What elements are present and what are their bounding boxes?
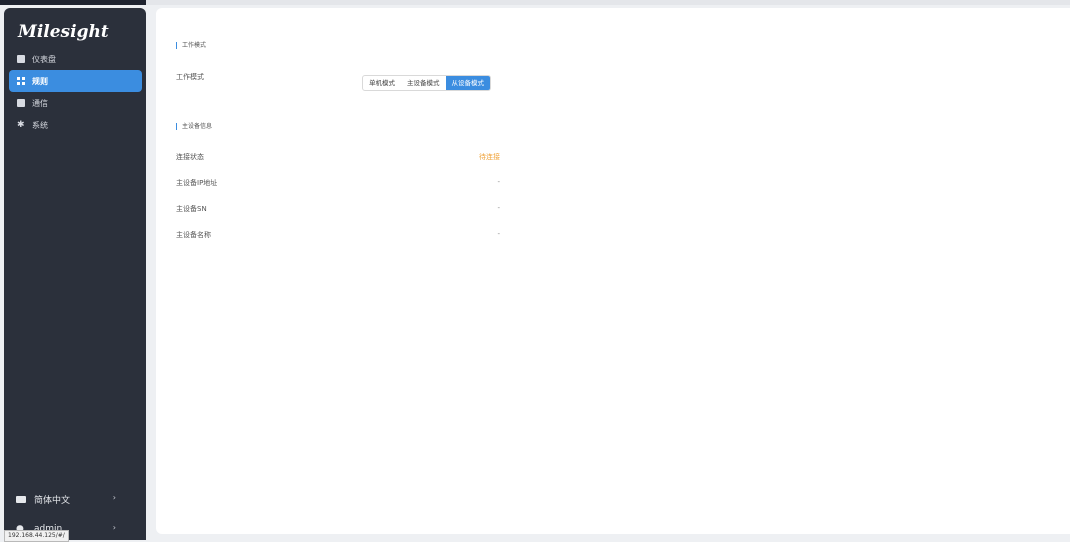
dashboard-icon	[17, 55, 25, 63]
mode-option-master[interactable]: 主设备模式	[401, 76, 446, 90]
work-mode-label: 工作模式	[176, 73, 204, 81]
work-mode-segmented-control: 单机模式 主设备模式 从设备模式	[362, 75, 491, 91]
sidebar-item-rules[interactable]: 规则	[9, 70, 142, 92]
master-name-label: 主设备名称	[176, 231, 211, 239]
sidebar-item-system[interactable]: ✱ 系统	[9, 114, 142, 136]
gear-icon: ✱	[17, 120, 25, 130]
master-name-value: -	[497, 230, 500, 238]
connection-status-label: 连接状态	[176, 153, 204, 161]
top-strip	[0, 0, 1070, 5]
sidebar-item-label: 系统	[32, 120, 48, 130]
language-icon	[16, 495, 26, 503]
mode-option-slave[interactable]: 从设备模式	[445, 76, 490, 90]
master-ip-value: -	[497, 178, 500, 186]
language-selector[interactable]: 简体中文 ›	[16, 490, 116, 508]
sidebar-item-label: 通信	[32, 98, 48, 108]
master-sn-label: 主设备SN	[176, 205, 207, 213]
master-ip-label: 主设备IP地址	[176, 179, 218, 187]
status-url-tooltip: 192.168.44.125/#/	[4, 530, 69, 542]
sidebar: Milesight 仪表盘 规则 通信 ✱ 系统 简体中文 › ● admin …	[4, 8, 146, 540]
language-label: 简体中文	[34, 495, 71, 506]
rules-grid-icon	[17, 77, 25, 85]
section-title-work-mode: 工作模式	[176, 42, 206, 49]
chevron-right-icon: ›	[112, 493, 116, 502]
chevron-right-icon: ›	[112, 523, 116, 532]
sidebar-item-dashboard[interactable]: 仪表盘	[9, 48, 142, 70]
sidebar-item-communication[interactable]: 通信	[9, 92, 142, 114]
sidebar-nav: 仪表盘 规则 通信 ✱ 系统	[9, 48, 142, 136]
brand-logo: Milesight	[18, 22, 109, 42]
connection-status-value: 待连接	[479, 153, 500, 161]
sidebar-item-label: 仪表盘	[32, 54, 56, 64]
communication-icon	[17, 99, 25, 107]
master-sn-value: -	[497, 204, 500, 212]
main-panel: 工作模式 工作模式 单机模式 主设备模式 从设备模式 主设备信息 连接状态 待连…	[156, 8, 1070, 534]
mode-option-standalone[interactable]: 单机模式	[363, 76, 401, 90]
sidebar-item-label: 规则	[32, 76, 48, 86]
section-title-master-info: 主设备信息	[176, 123, 212, 130]
